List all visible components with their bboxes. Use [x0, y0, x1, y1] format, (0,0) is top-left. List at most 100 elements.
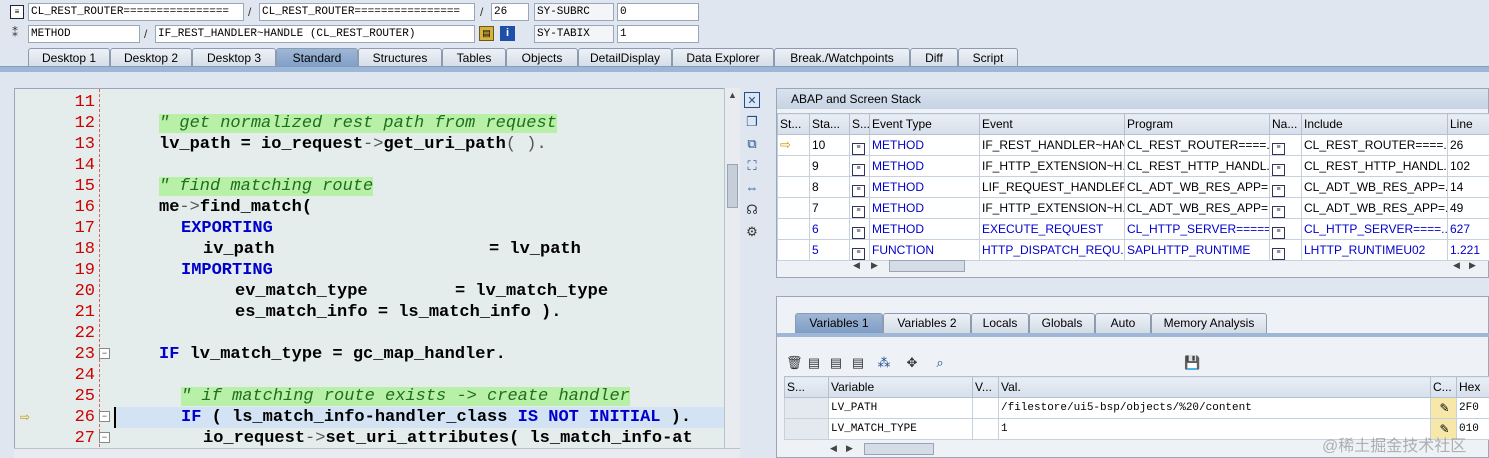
table-row[interactable]: LV_PATH /filestore/ui5-bsp/objects/%20/c…	[784, 397, 1489, 419]
tab-tables[interactable]: Tables	[442, 48, 506, 68]
navigate-icon[interactable]: ≡	[1269, 134, 1302, 156]
tab-breakpoints[interactable]: Break./Watchpoints	[774, 48, 910, 68]
tab-standard[interactable]: Standard	[276, 48, 358, 68]
editor-horizontal-scrollbar[interactable]	[14, 448, 740, 458]
save-variables-icon[interactable]: ▤	[806, 355, 822, 371]
close-icon[interactable]: ✕	[744, 92, 760, 108]
column-header[interactable]: Val.	[998, 376, 1431, 398]
tab-desktop-3[interactable]: Desktop 3	[192, 48, 276, 68]
scroll-thumb[interactable]	[889, 260, 965, 272]
event[interactable]: EXECUTE_REQUEST	[979, 218, 1125, 240]
table-row[interactable]: 9 ≡ METHOD IF_HTTP_EXTENSION~H... CL_RES…	[777, 155, 1489, 177]
scroll-thumb[interactable]	[864, 443, 934, 455]
tab-globals[interactable]: Globals	[1029, 313, 1095, 333]
column-header[interactable]: Hex	[1456, 376, 1489, 398]
services-icon[interactable]: ☊	[744, 202, 760, 218]
navigate-icon[interactable]: ▤	[479, 26, 494, 41]
table-row[interactable]: 8 ≡ METHOD LIF_REQUEST_HANDLER... CL_ADT…	[777, 176, 1489, 198]
include-field[interactable]: CL_REST_ROUTER================	[259, 3, 475, 21]
line: 1.221	[1447, 239, 1489, 261]
column-header[interactable]: Line	[1447, 113, 1489, 135]
variable-name[interactable]: LV_PATH	[828, 397, 973, 419]
tab-variables-1[interactable]: Variables 1	[795, 313, 883, 333]
scroll-right-icon[interactable]: ▶	[871, 260, 878, 271]
column-header[interactable]: Variable	[828, 376, 973, 398]
code-line: me->find_match(	[159, 197, 312, 218]
line: 26	[1447, 134, 1489, 156]
tab-desktop-2[interactable]: Desktop 2	[110, 48, 192, 68]
tab-data-explorer[interactable]: Data Explorer	[672, 48, 774, 68]
tab-objects[interactable]: Objects	[506, 48, 578, 68]
line-number: 17	[74, 219, 95, 238]
change-value-icon[interactable]: ✎	[1430, 397, 1457, 419]
tab-structures[interactable]: Structures	[358, 48, 442, 68]
delete-icon[interactable]: 🗑	[786, 355, 803, 371]
event[interactable]: LIF_REQUEST_HANDLER...	[979, 176, 1125, 198]
table-row[interactable]: 7 ≡ METHOD IF_HTTP_EXTENSION~H... CL_ADT…	[777, 197, 1489, 219]
event[interactable]: IF_REST_HANDLER~HAN...	[979, 134, 1125, 156]
fold-toggle-icon[interactable]: −	[99, 348, 110, 359]
load-variables-icon[interactable]: ▤	[828, 355, 844, 371]
info-icon[interactable]: i	[500, 26, 515, 41]
tab-locals[interactable]: Locals	[971, 313, 1029, 333]
find-icon[interactable]: ⌕	[932, 355, 948, 371]
row-selector[interactable]	[784, 397, 829, 419]
variable-value[interactable]: /filestore/ui5-bsp/objects/%20/content	[998, 397, 1431, 419]
source-code-editor[interactable]: 11 12 13 14 15 16 17 18 19 20 21 22 23 2…	[14, 88, 740, 458]
move-icon[interactable]: ✥	[904, 355, 920, 371]
navigate-icon[interactable]: ≡	[1269, 218, 1302, 240]
scroll-left-icon[interactable]: ◀	[853, 260, 860, 271]
export-icon[interactable]: ▤	[850, 355, 866, 371]
event[interactable]: IF_HTTP_EXTENSION~H...	[979, 155, 1125, 177]
tab-auto[interactable]: Auto	[1095, 313, 1151, 333]
column-header[interactable]: S...	[784, 376, 829, 398]
editor-vertical-scrollbar[interactable]: ▲	[724, 88, 740, 458]
event[interactable]: HTTP_DISPATCH_REQU...	[979, 239, 1125, 261]
column-header[interactable]: Event Type	[869, 113, 980, 135]
table-row[interactable]: 6 ≡ METHOD EXECUTE_REQUEST CL_HTTP_SERVE…	[777, 218, 1489, 240]
tab-variables-2[interactable]: Variables 2	[883, 313, 971, 333]
column-header[interactable]: Na...	[1269, 113, 1302, 135]
table-row[interactable]: 5 ≡ FUNCTION HTTP_DISPATCH_REQU... SAPLH…	[777, 239, 1489, 261]
tab-detail-display[interactable]: DetailDisplay	[578, 48, 672, 68]
fold-toggle-icon[interactable]: −	[99, 432, 110, 443]
tab-diff[interactable]: Diff	[910, 48, 958, 68]
scroll-left-icon[interactable]: ◀	[1453, 260, 1460, 271]
settings-icon[interactable]: ⚙	[744, 224, 760, 240]
navigate-icon[interactable]: ≡	[1269, 155, 1302, 177]
navigate-icon[interactable]: ≡	[1269, 176, 1302, 198]
tab-desktop-1[interactable]: Desktop 1	[28, 48, 110, 68]
replace-tool-icon[interactable]: ⧉	[744, 136, 760, 152]
swap-icon[interactable]: ⇔	[744, 180, 760, 196]
navigate-icon[interactable]: ≡	[1269, 239, 1302, 261]
hierarchy-icon[interactable]: ⁂	[876, 355, 892, 371]
tab-memory-analysis[interactable]: Memory Analysis	[1151, 313, 1267, 333]
column-header[interactable]: Include	[1301, 113, 1448, 135]
scroll-up-icon[interactable]: ▲	[725, 90, 740, 100]
maximize-icon[interactable]: ⛶	[744, 158, 760, 174]
column-header[interactable]: C...	[1430, 376, 1457, 398]
event[interactable]: IF_HTTP_EXTENSION~H...	[979, 197, 1125, 219]
column-header[interactable]: Program	[1124, 113, 1270, 135]
scroll-right-icon[interactable]: ▶	[1469, 260, 1476, 271]
tab-script[interactable]: Script	[958, 48, 1018, 68]
row-selector[interactable]	[784, 418, 829, 440]
column-header[interactable]: Event	[979, 113, 1125, 135]
variable-name[interactable]: LV_MATCH_TYPE	[828, 418, 973, 440]
column-header[interactable]: Sta...	[809, 113, 850, 135]
column-header[interactable]: V...	[972, 376, 999, 398]
line-number-field[interactable]: 26	[491, 3, 529, 21]
column-header[interactable]: S...	[849, 113, 870, 135]
save-icon[interactable]: 💾	[1184, 355, 1200, 371]
main-program-field[interactable]: CL_REST_ROUTER================	[28, 3, 244, 21]
scroll-left-icon[interactable]: ◀	[830, 443, 837, 454]
code-token: ->	[363, 135, 384, 154]
scroll-thumb[interactable]	[727, 164, 738, 208]
table-row[interactable]: ⇨ 10 ≡ METHOD IF_REST_HANDLER~HAN... CL_…	[777, 134, 1489, 156]
fold-toggle-icon[interactable]: −	[99, 411, 110, 422]
stack-horizontal-scrollbar[interactable]: ◀ ▶ ◀ ▶	[853, 259, 1485, 273]
column-header[interactable]: St...	[777, 113, 810, 135]
navigate-icon[interactable]: ≡	[1269, 197, 1302, 219]
new-tool-icon[interactable]: ❐	[744, 114, 760, 130]
scroll-right-icon[interactable]: ▶	[846, 443, 853, 454]
